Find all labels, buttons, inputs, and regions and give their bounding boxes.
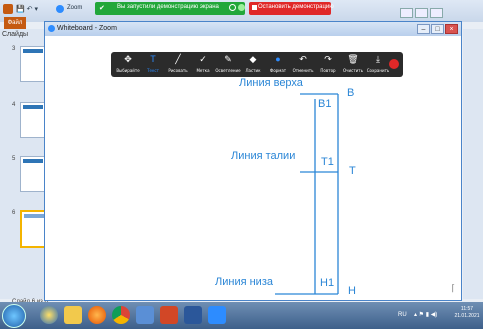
tray-icons[interactable]: ▴ ⚑ ▮ ◀) — [414, 311, 437, 318]
clock-date: 21.01.2021 — [454, 313, 480, 319]
media-player-icon[interactable] — [88, 306, 106, 324]
folder-icon[interactable] — [64, 306, 82, 324]
annotation-t: T — [349, 165, 356, 177]
slide-number: 6 — [12, 210, 16, 216]
quick-access-icon[interactable]: 💾 ↶ ▾ — [16, 5, 38, 13]
whiteboard-window: Whiteboard - Zoom – □ × ✥ Выбирайте T Текст… — [44, 21, 462, 301]
maximize-button[interactable] — [415, 8, 428, 18]
zoom-logo-icon — [48, 25, 55, 32]
minimize-button[interactable]: – — [417, 24, 430, 34]
language-indicator[interactable]: RU — [398, 312, 407, 318]
annotation-b: B — [347, 87, 355, 99]
zoom-mini-label: Zoom — [67, 5, 83, 11]
ie-browser-icon[interactable] — [40, 306, 58, 324]
annotation-t1: T1 — [321, 156, 334, 168]
file-tab[interactable]: Файл — [4, 17, 26, 29]
powerpoint-right-pane — [463, 29, 483, 299]
annotation-h1: H1 — [320, 277, 335, 289]
powerpoint-app-icon[interactable] — [160, 306, 178, 324]
start-button[interactable] — [2, 304, 26, 328]
minimize-button[interactable] — [400, 8, 413, 18]
close-button[interactable]: × — [445, 24, 458, 34]
resize-corner-icon[interactable]: ⌈ — [451, 283, 455, 294]
annotation-top-line: Линия верха — [239, 77, 303, 89]
whiteboard-title: Whiteboard - Zoom — [57, 25, 117, 32]
maximize-button[interactable]: □ — [431, 24, 444, 34]
slide-thumbnail[interactable] — [20, 46, 46, 82]
slide-number: 3 — [12, 46, 16, 52]
whiteboard-canvas[interactable] — [45, 36, 461, 300]
status-dot-icon — [238, 4, 245, 11]
annotation-waist-line: Линия талии — [231, 150, 296, 162]
clock-time: 11:57 — [460, 306, 474, 312]
share-banner-text: Вы запустили демонстрацию экрана — [117, 4, 219, 10]
slide-number: 4 — [12, 102, 16, 108]
annotation-h: H — [348, 285, 356, 297]
network-app-icon[interactable] — [136, 306, 154, 324]
chrome-icon[interactable] — [112, 306, 130, 324]
zoom-app-icon[interactable] — [208, 306, 226, 324]
share-check-icon: ✔ — [99, 5, 105, 12]
slides-tab[interactable]: Слайды — [2, 31, 28, 38]
word-app-icon[interactable] — [184, 306, 202, 324]
clock[interactable]: 11:57 21.01.2021 — [454, 306, 480, 320]
slide-number: 5 — [12, 156, 16, 162]
zoom-logo-icon — [56, 5, 64, 13]
stop-share-label: Остановить демонстрацию — [258, 4, 334, 10]
stop-square-icon — [252, 5, 257, 10]
slide-thumbnail[interactable] — [20, 102, 46, 138]
annotation-b1: B1 — [318, 98, 332, 110]
zoom-mini-window[interactable]: Zoom — [56, 4, 92, 20]
slide-thumbnail[interactable] — [20, 156, 46, 192]
annotation-bottom-line: Линия низа — [215, 276, 273, 288]
pause-icon[interactable] — [229, 4, 236, 11]
close-button[interactable] — [430, 8, 443, 18]
powerpoint-logo-icon — [3, 4, 13, 14]
